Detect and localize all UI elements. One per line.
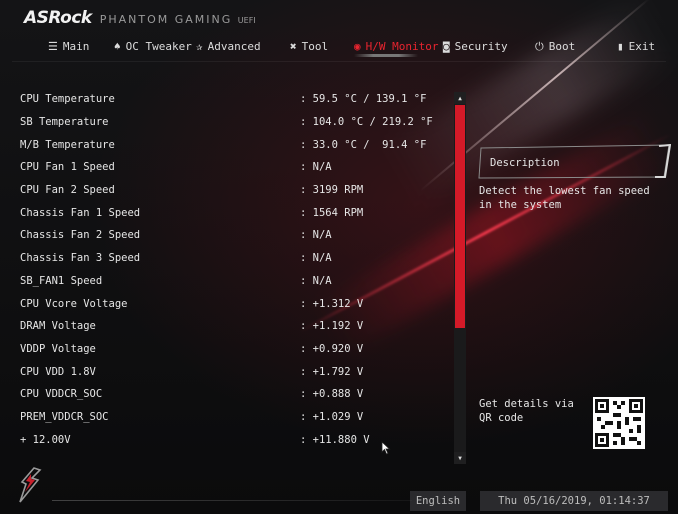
monitor-icon: ◉	[354, 39, 361, 53]
item-label: CPU Fan 1 Speed	[20, 161, 115, 174]
list-item[interactable]: CPU VDD 1.8V : +1.792 V	[20, 360, 450, 383]
scroll-down-icon[interactable]: ▼	[454, 452, 466, 464]
tab-label: OC Tweaker	[125, 39, 192, 53]
item-value: : +1.029 V	[300, 410, 364, 423]
item-label: CPU VDDCR_SOC	[20, 388, 103, 401]
phantom-gaming-logo	[19, 467, 42, 503]
datetime-display: Thu 05/16/2019, 01:14:37	[480, 491, 668, 511]
tab-label: Main	[62, 39, 90, 53]
tab-advanced[interactable]: ✰ Advanced	[196, 36, 261, 56]
qr-code	[593, 397, 645, 449]
list-item[interactable]: Chassis Fan 2 Speed : N/A	[20, 224, 450, 247]
power-icon: ⏻	[535, 39, 544, 53]
tab-label: Advanced	[207, 39, 261, 53]
list-icon: ☰	[48, 39, 58, 53]
item-value: : +0.888 V	[300, 388, 364, 401]
item-value: : +1.792 V	[300, 365, 364, 378]
list-item[interactable]: CPU Vcore Voltage : +1.312 V	[20, 292, 450, 315]
item-value: : N/A	[300, 274, 332, 287]
brand-logo: ASRock PHANTOM GAMING UEFI	[24, 8, 256, 28]
item-label: SB Temperature	[20, 116, 109, 129]
list-item[interactable]: Chassis Fan 3 Speed : N/A	[20, 247, 450, 270]
item-value: : 1564 RPM	[300, 206, 364, 219]
item-label: SB_FAN1 Speed	[20, 274, 103, 287]
item-label: CPU Temperature	[20, 93, 115, 106]
item-label: CPU Vcore Voltage	[20, 297, 128, 310]
star-icon: ✰	[196, 39, 203, 53]
item-label: + 12.00V	[20, 433, 71, 446]
item-value: : +11.880 V	[300, 433, 370, 446]
list-item[interactable]: CPU VDDCR_SOC : +0.888 V	[20, 383, 450, 406]
item-value: : 33.0 °C / 91.4 °F	[300, 138, 427, 151]
asrock-logo: ASRock	[24, 8, 92, 28]
list-item[interactable]: SB_FAN1 Speed : N/A	[20, 270, 450, 293]
header-divider	[12, 61, 666, 62]
language-button[interactable]: English	[410, 491, 466, 511]
tab-main[interactable]: ☰ Main	[48, 36, 89, 56]
item-value: : +0.920 V	[300, 342, 364, 355]
item-value: : +1.192 V	[300, 320, 364, 333]
item-value: : N/A	[300, 161, 332, 174]
item-label: M/B Temperature	[20, 138, 115, 151]
tab-exit[interactable]: ▮ Exit	[617, 36, 655, 56]
list-item[interactable]: SB Temperature : 104.0 °C / 219.2 °F	[20, 111, 450, 134]
main-nav: ☰ Main ♠ OC Tweaker ✰ Advanced ✖ Tool ◉ …	[0, 36, 678, 56]
brand-uefi: UEFI	[237, 16, 256, 25]
item-label: CPU Fan 2 Speed	[20, 184, 115, 197]
shield-icon: ◙	[443, 39, 450, 53]
item-label: VDDP Voltage	[20, 342, 96, 355]
scrollbar-thumb[interactable]	[455, 105, 465, 328]
item-value: : +1.312 V	[300, 297, 364, 310]
brand-subtitle: PHANTOM GAMING UEFI	[100, 13, 256, 26]
item-label: Chassis Fan 1 Speed	[20, 206, 141, 219]
exit-icon: ▮	[617, 39, 624, 53]
tab-label: Exit	[628, 39, 656, 53]
item-label: DRAM Voltage	[20, 320, 96, 333]
item-label: PREM_VDDCR_SOC	[20, 410, 109, 423]
tab-label: H/W Monitor	[365, 39, 439, 53]
scroll-up-icon[interactable]: ▲	[454, 92, 466, 104]
tab-label: Security	[454, 39, 508, 53]
list-item[interactable]: M/B Temperature : 33.0 °C / 91.4 °F	[20, 133, 450, 156]
tab-hw-monitor[interactable]: ◉ H/W Monitor	[354, 36, 438, 56]
flame-icon: ♠	[114, 39, 121, 53]
item-value: : N/A	[300, 252, 332, 265]
tab-label: Boot	[548, 39, 576, 53]
item-value: : 104.0 °C / 219.2 °F	[300, 116, 433, 129]
list-item[interactable]: CPU Temperature : 59.5 °C / 139.1 °F	[20, 88, 450, 111]
list-item[interactable]: Chassis Fan 1 Speed : 1564 RPM	[20, 201, 450, 224]
list-item[interactable]: VDDP Voltage : +0.920 V	[20, 338, 450, 361]
tab-oc-tweaker[interactable]: ♠ OC Tweaker	[114, 36, 192, 56]
item-value: : 3199 RPM	[300, 184, 364, 197]
description-text: Detect the lowest fan speed in the syste…	[479, 185, 650, 211]
footer-divider	[52, 500, 412, 501]
item-label: Chassis Fan 3 Speed	[20, 252, 141, 265]
tab-tool[interactable]: ✖ Tool	[290, 36, 328, 56]
item-label: CPU VDD 1.8V	[20, 365, 96, 378]
scrollbar[interactable]: ▲ ▼	[454, 92, 466, 464]
qr-caption: Get details via QR code	[479, 398, 574, 424]
hw-monitor-list: CPU Temperature : 59.5 °C / 139.1 °F SB T…	[20, 88, 450, 451]
list-item[interactable]: PREM_VDDCR_SOC : +1.029 V	[20, 406, 450, 429]
header: ASRock PHANTOM GAMING UEFI ☰ Main ♠ OC T…	[0, 0, 678, 62]
item-value: : N/A	[300, 229, 332, 242]
tab-label: Tool	[301, 39, 329, 53]
item-value: : 59.5 °C / 139.1 °F	[300, 93, 427, 106]
mouse-cursor-icon	[381, 441, 391, 455]
tab-boot[interactable]: ⏻ Boot	[535, 36, 575, 56]
description-title: Description	[490, 157, 560, 169]
list-item[interactable]: CPU Fan 2 Speed : 3199 RPM	[20, 179, 450, 202]
brand-subtitle-text: PHANTOM GAMING	[99, 13, 233, 26]
tab-security[interactable]: ◙ Security	[443, 36, 508, 56]
tool-icon: ✖	[290, 39, 297, 53]
list-item[interactable]: DRAM Voltage : +1.192 V	[20, 315, 450, 338]
item-label: Chassis Fan 2 Speed	[20, 229, 141, 242]
active-tab-indicator	[354, 54, 418, 57]
list-item[interactable]: CPU Fan 1 Speed : N/A	[20, 156, 450, 179]
